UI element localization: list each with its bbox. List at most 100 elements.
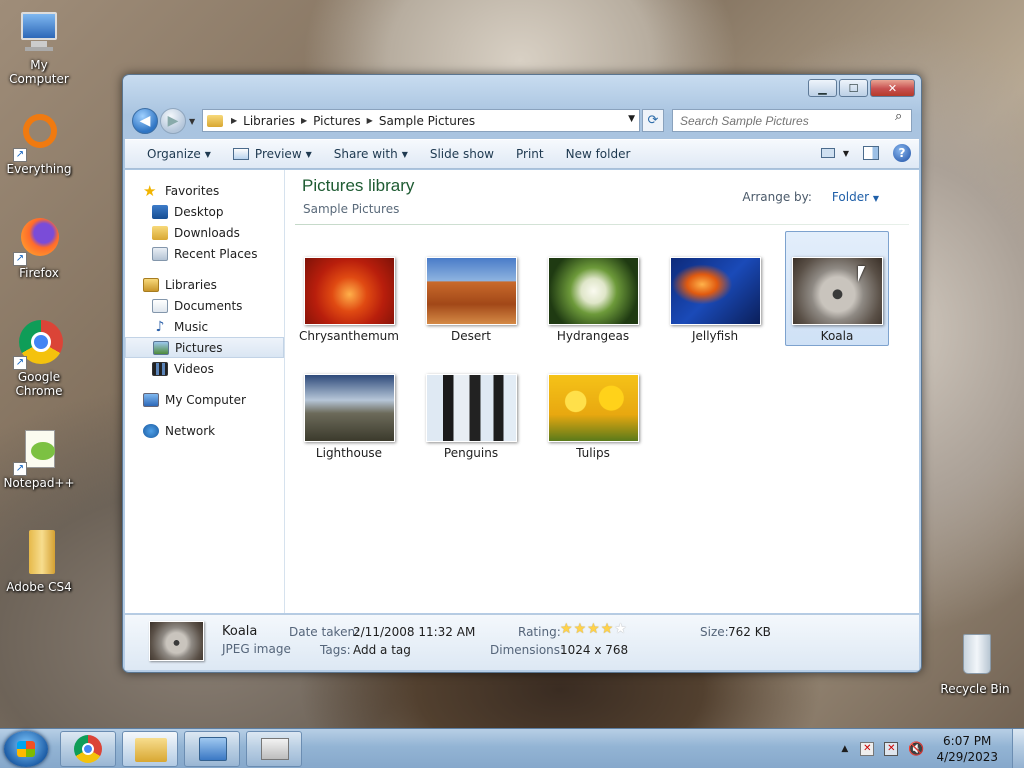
taskbar-control-panel[interactable] [184, 731, 240, 767]
view-icon [820, 148, 835, 158]
file-name: Chrysanthemum [299, 329, 399, 343]
nav-item-music[interactable]: ♪ Music [125, 316, 284, 337]
star-icon[interactable]: ★ [560, 621, 573, 637]
desktop-icon-firefox[interactable]: ↗ Firefox [0, 216, 78, 280]
nav-item-favorites[interactable]: ★ Favorites [125, 180, 284, 201]
change-view-button[interactable]: ▼ [820, 148, 849, 158]
desktop-icon-label: Firefox [19, 266, 59, 280]
refresh-icon: ⟳ [647, 113, 659, 128]
desktop-icon-chrome[interactable]: ↗ Google Chrome [0, 320, 78, 398]
nav-item-videos[interactable]: Videos [125, 358, 284, 379]
chevron-down-icon: ▼ [305, 149, 312, 159]
explorer-window: ▁ ☐ ✕ ◀ ▶ ▼ ▶ Libraries ▶ Pictures ▶ Sam… [122, 74, 922, 673]
start-button[interactable] [4, 731, 48, 767]
file-name: Hydrangeas [556, 329, 630, 343]
computer-icon [143, 392, 159, 407]
tags-value[interactable]: Add a tag [353, 643, 411, 657]
nav-item-recent-places[interactable]: Recent Places [125, 243, 284, 264]
minimize-button[interactable]: ▁ [808, 79, 837, 97]
nav-item-network[interactable]: Network [125, 420, 284, 441]
search-input[interactable] [672, 109, 912, 132]
desktop-icon-my-computer[interactable]: My Computer [0, 8, 78, 86]
breadcrumb-separator-icon[interactable]: ▶ [231, 116, 237, 125]
slide-show-button[interactable]: Slide show [419, 147, 505, 161]
breadcrumb-libraries[interactable]: Libraries [243, 114, 295, 128]
action-center-flag-icon[interactable]: ✕ [860, 742, 875, 756]
file-thumbnail-hydrangeas[interactable]: Hydrangeas [541, 231, 645, 346]
file-thumbnail-chrysanthemum[interactable]: Chrysanthemum [297, 231, 401, 346]
search-icon[interactable]: ⌕ [895, 109, 909, 124]
close-button[interactable]: ✕ [870, 79, 915, 97]
nav-item-label: Desktop [174, 204, 224, 219]
shortcut-arrow-icon: ↗ [13, 356, 27, 370]
network-tray-icon[interactable]: ✕ [884, 742, 899, 756]
new-folder-button[interactable]: New folder [555, 147, 642, 161]
file-view: Pictures library Sample Pictures Arrange… [285, 170, 919, 613]
clock[interactable]: 6:07 PM 4/29/2023 [936, 733, 998, 765]
windows-logo-icon [17, 741, 35, 757]
address-bar[interactable]: ▶ Libraries ▶ Pictures ▶ Sample Pictures… [202, 109, 640, 132]
file-thumbnail-penguins[interactable]: Penguins [419, 348, 523, 463]
file-thumbnail-koala[interactable]: Koala [785, 231, 889, 346]
preview-pane-button[interactable] [863, 146, 879, 160]
nav-item-libraries[interactable]: Libraries [125, 274, 284, 295]
nav-item-my-computer[interactable]: My Computer [125, 389, 284, 410]
print-button[interactable]: Print [505, 147, 555, 161]
breadcrumb-separator-icon[interactable]: ▶ [367, 116, 373, 125]
everything-icon: ↗ [13, 112, 63, 162]
desktop-icon-adobe-cs4[interactable]: Adobe CS4 [0, 530, 78, 594]
address-dropdown-icon[interactable]: ▼ [628, 114, 635, 124]
date-taken-value[interactable]: 2/11/2008 11:32 AM [353, 625, 475, 639]
thumbnail-image [547, 374, 639, 442]
preview-button[interactable]: Preview ▼ [222, 147, 323, 161]
desktop-icon-everything[interactable]: ↗ Everything [0, 112, 78, 176]
tags-label: Tags: [320, 643, 351, 657]
help-icon[interactable]: ? [893, 144, 911, 162]
file-thumbnail-jellyfish[interactable]: Jellyfish [663, 231, 767, 346]
size-label: Size: [700, 625, 729, 639]
file-name: Koala [820, 329, 854, 343]
desktop-icon-recycle-bin[interactable]: Recycle Bin [936, 632, 1014, 696]
desktop-icon-label: Notepad++ [3, 476, 75, 490]
folder-icon [15, 530, 63, 578]
file-thumbnail-desert[interactable]: Desert [419, 231, 523, 346]
thumbnail-image [303, 374, 395, 442]
taskbar-explorer[interactable] [122, 731, 178, 767]
rating-stars[interactable]: ★★★★★ [560, 621, 628, 637]
videos-icon [152, 361, 168, 376]
breadcrumb-separator-icon[interactable]: ▶ [301, 116, 307, 125]
nav-item-pictures[interactable]: Pictures [125, 337, 284, 358]
tray-overflow-arrow-icon[interactable]: ▲ [841, 744, 848, 754]
desktop-icon-label: Google Chrome [15, 370, 63, 398]
file-name: Penguins [443, 446, 499, 460]
nav-item-desktop[interactable]: Desktop [125, 201, 284, 222]
star-icon[interactable]: ★ [614, 621, 627, 637]
file-thumbnail-tulips[interactable]: Tulips [541, 348, 645, 463]
star-icon[interactable]: ★ [587, 621, 600, 637]
taskbar-chrome[interactable] [60, 731, 116, 767]
file-thumbnail-lighthouse[interactable]: Lighthouse [297, 348, 401, 463]
arrange-by-dropdown[interactable]: Folder ▼ [822, 190, 879, 204]
nav-item-downloads[interactable]: Downloads [125, 222, 284, 243]
taskbar-adobe[interactable] [246, 731, 302, 767]
back-button[interactable]: ◀ [132, 108, 158, 134]
volume-muted-icon[interactable]: 🔇 [908, 742, 924, 757]
breadcrumb-pictures[interactable]: Pictures [313, 114, 361, 128]
chevron-down-icon: ▼ [872, 194, 879, 203]
nav-item-documents[interactable]: Documents [125, 295, 284, 316]
shortcut-arrow-icon: ↗ [13, 252, 27, 266]
share-with-button[interactable]: Share with ▼ [323, 147, 419, 161]
organize-button[interactable]: Organize ▼ [125, 147, 222, 161]
star-icon[interactable]: ★ [601, 621, 614, 637]
recent-pages-dropdown[interactable]: ▼ [189, 117, 195, 126]
forward-arrow-icon: ▶ [167, 113, 179, 129]
refresh-button[interactable]: ⟳ [642, 109, 664, 132]
maximize-button[interactable]: ☐ [839, 79, 868, 97]
forward-button[interactable]: ▶ [160, 108, 186, 134]
desktop-icon-notepadpp[interactable]: ↗ Notepad++ [0, 426, 78, 490]
back-arrow-icon: ◀ [139, 113, 151, 129]
breadcrumb-sample-pictures[interactable]: Sample Pictures [379, 114, 475, 128]
thumbnail-image [303, 257, 395, 325]
star-icon[interactable]: ★ [574, 621, 587, 637]
show-desktop-button[interactable] [1012, 729, 1024, 768]
